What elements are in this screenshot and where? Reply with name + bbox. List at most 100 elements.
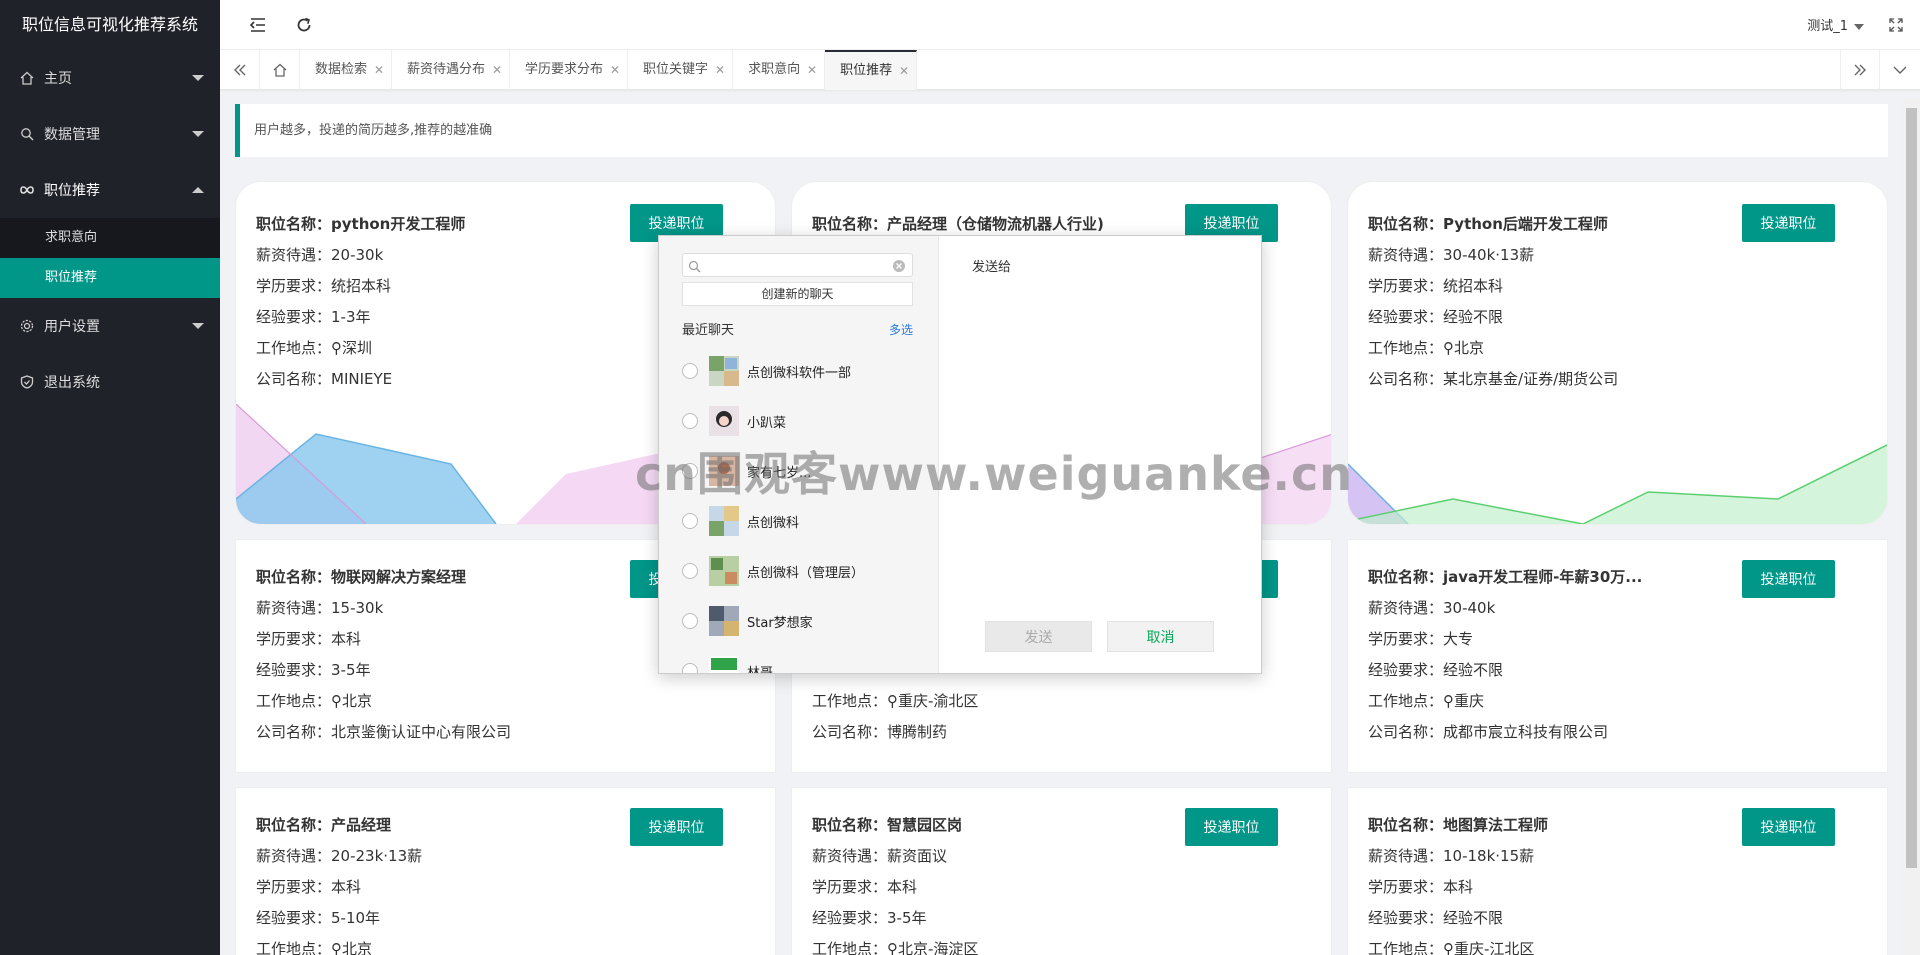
scroll-left-icon[interactable]	[220, 50, 260, 90]
submenu-job-recommend: 求职意向 职位推荐	[0, 218, 220, 298]
job-card: 职位名称：地图算法工程师 薪资待遇：10-18k·15薪 学历要求：本科 经验要…	[1347, 787, 1888, 955]
job-company: 公司名称：成都市宸立科技有限公司	[1368, 723, 1609, 741]
close-icon[interactable]: ✕	[374, 50, 384, 90]
contact-radio[interactable]	[682, 513, 698, 529]
avatar	[709, 656, 739, 673]
scrollbar-thumb[interactable]	[1906, 108, 1917, 868]
contact-name: 家有七岁...	[747, 465, 812, 481]
contact-radio[interactable]	[682, 563, 698, 579]
contact-item[interactable]: 家有七岁...	[682, 451, 922, 491]
share-dialog: 创建新的聊天 最近聊天 多选 点创微科软件一部 小趴菜 家有七岁... 点创微科…	[658, 235, 1262, 674]
shield-icon	[20, 375, 34, 389]
apply-button[interactable]: 投递职位	[1742, 560, 1835, 598]
job-experience: 经验要求：1-3年	[256, 308, 371, 326]
location-icon: ⚲	[1443, 940, 1455, 955]
apply-button[interactable]: 投递职位	[1185, 808, 1278, 846]
tab-label: 薪资待遇分布	[407, 62, 486, 77]
sidebar-item-home[interactable]: 主页	[0, 50, 220, 106]
home-icon	[20, 71, 34, 85]
search-input[interactable]	[707, 256, 887, 274]
sidebar-item-job-recommend[interactable]: 职位推荐	[0, 162, 220, 218]
close-icon[interactable]: ✕	[610, 50, 620, 90]
tab-bar: 数据检索 ✕ 薪资待遇分布 ✕ 学历要求分布 ✕ 职位关键字 ✕ 求职意向 ✕ 职位推荐 ✕	[220, 50, 1920, 90]
job-company: 公司名称：北京鉴衡认证中心有限公司	[256, 723, 512, 741]
job-experience: 经验要求：3-5年	[812, 909, 927, 927]
new-chat-button[interactable]: 创建新的聊天	[682, 282, 913, 306]
close-icon[interactable]: ✕	[899, 52, 909, 90]
job-name: 职位名称：产品经理	[256, 816, 392, 834]
sidebar-item-logout[interactable]: 退出系统	[0, 354, 220, 410]
home-tab-icon[interactable]	[260, 50, 300, 90]
cancel-button[interactable]: 取消	[1107, 621, 1214, 652]
send-button[interactable]: 发送	[985, 621, 1092, 652]
contact-name: Star梦想家	[747, 615, 813, 631]
job-salary: 薪资待遇：20-23k·13薪	[256, 847, 423, 865]
close-icon[interactable]: ✕	[715, 50, 725, 90]
close-icon[interactable]: ✕	[492, 50, 502, 90]
contact-radio[interactable]	[682, 663, 698, 673]
sidebar-subitem-job-intent[interactable]: 求职意向	[0, 218, 220, 258]
apply-button[interactable]: 投递职位	[1742, 808, 1835, 846]
contact-item[interactable]: 点创微科	[682, 501, 922, 541]
job-experience: 经验要求：经验不限	[1368, 308, 1504, 326]
sidebar-subitem-job-recommend[interactable]: 职位推荐	[0, 258, 220, 298]
job-salary: 薪资待遇：15-30k	[256, 599, 384, 617]
contact-item[interactable]: 点创微科（管理层）	[682, 551, 922, 591]
job-name: 职位名称：Python后端开发工程师	[1368, 215, 1608, 233]
job-location: 工作地点：⚲北京	[1368, 339, 1485, 357]
tab-job-keywords[interactable]: 职位关键字 ✕	[628, 50, 734, 90]
scroll-right-icon[interactable]	[1840, 50, 1880, 90]
job-salary: 薪资待遇：20-30k	[256, 246, 384, 264]
avatar	[709, 556, 739, 586]
sidebar-item-user-settings[interactable]: 用户设置	[0, 298, 220, 354]
tab-edu-dist[interactable]: 学历要求分布 ✕	[510, 50, 629, 90]
job-card: 职位名称：Python后端开发工程师 薪资待遇：30-40k·13薪 学历要求：…	[1347, 181, 1888, 525]
contact-name: 点创微科软件一部	[747, 365, 852, 381]
notice-banner: 用户越多，投递的简历越多,推荐的越准确	[235, 104, 1888, 157]
sidebar-item-data-manage[interactable]: 数据管理	[0, 106, 220, 162]
job-location: 工作地点：⚲重庆-渝北区	[812, 692, 979, 710]
contact-radio[interactable]	[682, 363, 698, 379]
avatar	[709, 506, 739, 536]
fullscreen-icon[interactable]	[1888, 17, 1904, 33]
apply-button[interactable]: 投递职位	[630, 808, 723, 846]
contact-item[interactable]: 小趴菜	[682, 401, 922, 441]
contact-item[interactable]: Star梦想家	[682, 601, 922, 641]
tab-salary-dist[interactable]: 薪资待遇分布 ✕	[392, 50, 511, 90]
location-icon: ⚲	[1443, 339, 1455, 357]
tab-job-recommend[interactable]: 职位推荐 ✕	[825, 50, 918, 90]
job-location: 工作地点：⚲北京	[256, 692, 373, 710]
search-icon	[688, 258, 701, 277]
contact-name: 点创微科	[747, 515, 800, 531]
job-card: 职位名称：智慧园区岗 薪资待遇：薪资面议 学历要求：本科 经验要求：3-5年 工…	[791, 787, 1332, 955]
contact-item[interactable]: 点创微科软件一部	[682, 351, 922, 391]
contact-name: 林哥	[747, 665, 774, 674]
location-icon: ⚲	[887, 940, 899, 955]
user-menu[interactable]: 测试_1	[1807, 15, 1864, 34]
apply-button[interactable]: 投递职位	[1742, 204, 1835, 242]
menu-collapse-icon[interactable]	[248, 15, 268, 35]
contact-item[interactable]: 林哥	[682, 651, 922, 673]
caret-down-icon	[192, 75, 204, 81]
multi-select-link[interactable]: 多选	[889, 321, 913, 338]
close-icon[interactable]: ✕	[807, 50, 817, 90]
contact-search[interactable]	[682, 253, 913, 277]
clear-icon[interactable]	[892, 258, 906, 277]
tab-job-intent[interactable]: 求职意向 ✕	[733, 50, 826, 90]
page-scrollbar[interactable]	[1903, 98, 1920, 955]
job-name: 职位名称：地图算法工程师	[1368, 816, 1549, 834]
refresh-icon[interactable]	[294, 15, 314, 35]
tab-menu-icon[interactable]	[1880, 50, 1920, 90]
tab-label: 求职意向	[748, 62, 801, 77]
job-education: 学历要求：统招本科	[1368, 277, 1504, 295]
contact-radio[interactable]	[682, 613, 698, 629]
job-company: 公司名称：博腾制药	[812, 723, 948, 741]
job-education: 学历要求：本科	[256, 878, 362, 896]
tabs: 数据检索 ✕ 薪资待遇分布 ✕ 学历要求分布 ✕ 职位关键字 ✕ 求职意向 ✕ 职位推荐 ✕	[300, 50, 918, 90]
location-icon: ⚲	[331, 940, 343, 955]
app-title: 职位信息可视化推荐系统	[22, 15, 199, 34]
contact-radio[interactable]	[682, 463, 698, 479]
send-to-label: 发送给	[972, 260, 1012, 275]
contact-radio[interactable]	[682, 413, 698, 429]
tab-data-search[interactable]: 数据检索 ✕	[300, 50, 393, 90]
